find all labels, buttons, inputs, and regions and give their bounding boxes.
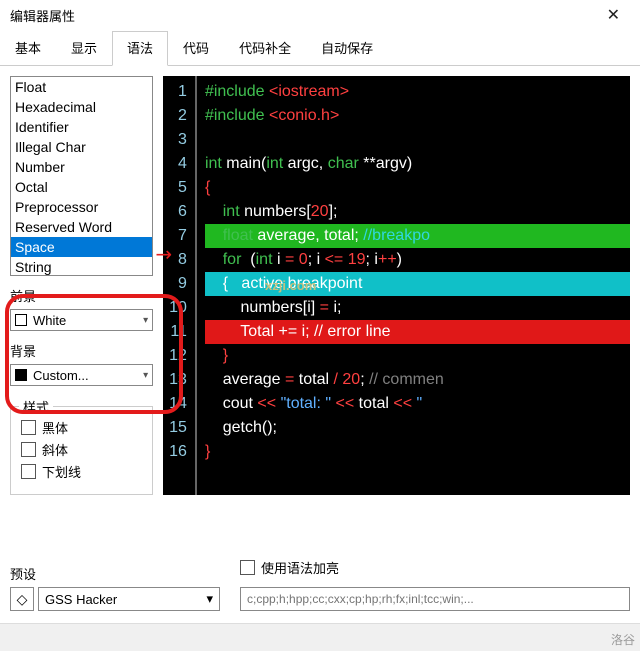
foreground-label: 前景 xyxy=(10,286,153,305)
line-number: 10 xyxy=(169,296,187,320)
token-listbox[interactable]: Float Hexadecimal Identifier Illegal Cha… xyxy=(10,76,153,276)
code-line: getch(); xyxy=(197,416,630,440)
line-gutter: 12345678910111213141516 xyxy=(163,76,197,495)
tab-completion[interactable]: 代码补全 xyxy=(224,31,306,66)
line-number: 1 xyxy=(169,80,187,104)
line-number: 2 xyxy=(169,104,187,128)
preset-label: 预设 xyxy=(10,564,220,583)
foreground-section: 前景 White ▾ xyxy=(10,286,153,331)
tab-autosave[interactable]: 自动保存 xyxy=(306,31,388,66)
code-line: Total += i; // error line xyxy=(197,320,630,344)
preset-section: 预设 ◇ GSS Hacker ▾ xyxy=(10,564,220,611)
list-item[interactable]: Float xyxy=(11,77,152,97)
code-line: } xyxy=(197,440,630,464)
italic-row[interactable]: 斜体 xyxy=(21,440,142,459)
line-number: 15 xyxy=(169,416,187,440)
list-item-selected[interactable]: Space xyxy=(11,237,152,257)
code-line: average = total / 20; // commen xyxy=(197,368,630,392)
code-line: { xyxy=(197,176,630,200)
code-line xyxy=(197,128,630,152)
syntax-highlight-row[interactable]: 使用语法加亮 xyxy=(240,558,630,577)
code-line: #include <conio.h> xyxy=(197,104,630,128)
code-line: numbers[i] = i; xyxy=(197,296,630,320)
underline-row[interactable]: 下划线 xyxy=(21,462,142,481)
content-area: Float Hexadecimal Identifier Illegal Cha… xyxy=(0,66,640,505)
list-item[interactable]: Number xyxy=(11,157,152,177)
list-item[interactable]: String xyxy=(11,257,152,276)
code-area: #include <iostream>#include <conio.h> int… xyxy=(197,76,630,495)
line-number: 3 xyxy=(169,128,187,152)
code-line: { active breakpoint xyxy=(197,272,630,296)
line-number: 6 xyxy=(169,200,187,224)
line-number: 7 xyxy=(169,224,187,248)
background-section: 背景 Custom... ▾ xyxy=(10,341,153,386)
list-item[interactable]: Identifier xyxy=(11,117,152,137)
code-line: cout << "total: " << total << " xyxy=(197,392,630,416)
tab-syntax[interactable]: 语法 xyxy=(112,31,168,66)
foreground-dropdown[interactable]: White ▾ xyxy=(10,309,153,331)
style-group: 样式 黑体 斜体 下划线 xyxy=(10,406,153,495)
foreground-value: White xyxy=(33,313,66,328)
floppy-icon: ◇ xyxy=(17,591,28,608)
tab-bar: 基本 显示 语法 代码 代码补全 自动保存 xyxy=(0,30,640,66)
tab-code[interactable]: 代码 xyxy=(168,31,224,66)
dialog-footer xyxy=(0,623,640,651)
checkbox-icon[interactable] xyxy=(21,442,36,457)
color-swatch-icon xyxy=(15,369,27,381)
list-item[interactable]: Reserved Word xyxy=(11,217,152,237)
style-group-label: 样式 xyxy=(19,397,53,416)
background-value: Custom... xyxy=(33,368,89,383)
line-number: 9 xyxy=(169,272,187,296)
bottom-panel: 预设 ◇ GSS Hacker ▾ 使用语法加亮 xyxy=(0,558,640,621)
preset-value: GSS Hacker xyxy=(45,592,117,607)
background-dropdown[interactable]: Custom... ▾ xyxy=(10,364,153,386)
chevron-down-icon: ▾ xyxy=(143,370,148,381)
line-number: 13 xyxy=(169,368,187,392)
code-preview: 12345678910111213141516 #include <iostre… xyxy=(163,76,630,495)
line-number: 12 xyxy=(169,344,187,368)
tab-basic[interactable]: 基本 xyxy=(0,31,56,66)
tab-display[interactable]: 显示 xyxy=(56,31,112,66)
syntax-highlight-label: 使用语法加亮 xyxy=(261,558,339,577)
line-number: 14 xyxy=(169,392,187,416)
code-line: } xyxy=(197,344,630,368)
preset-action-button[interactable]: ◇ xyxy=(10,587,34,611)
code-line: int numbers[20]; xyxy=(197,200,630,224)
window-title: 编辑器属性 xyxy=(10,6,597,25)
list-item[interactable]: Preprocessor xyxy=(11,197,152,217)
line-number: 8 xyxy=(169,248,187,272)
list-item[interactable]: Illegal Char xyxy=(11,137,152,157)
line-number: 16 xyxy=(169,440,187,464)
close-icon[interactable]: ✕ xyxy=(597,5,630,25)
list-item[interactable]: Hexadecimal xyxy=(11,97,152,117)
italic-label: 斜体 xyxy=(42,440,68,459)
titlebar: 编辑器属性 ✕ xyxy=(0,0,640,30)
bold-label: 黑体 xyxy=(42,418,68,437)
code-line: #include <iostream> xyxy=(197,80,630,104)
background-label: 背景 xyxy=(10,341,153,360)
bold-row[interactable]: 黑体 xyxy=(21,418,142,437)
color-swatch-icon xyxy=(15,314,27,326)
line-number: 11 xyxy=(169,320,187,344)
extensions-input[interactable] xyxy=(240,587,630,611)
code-line: float average, total; //breakpo xyxy=(197,224,630,248)
list-item[interactable]: Octal xyxy=(11,177,152,197)
checkbox-icon[interactable] xyxy=(21,420,36,435)
code-line: int main(int argc, char **argv) xyxy=(197,152,630,176)
underline-label: 下划线 xyxy=(42,462,81,481)
checkbox-icon[interactable] xyxy=(21,464,36,479)
line-number: 4 xyxy=(169,152,187,176)
chevron-down-icon: ▾ xyxy=(206,591,213,607)
bottom-right: 使用语法加亮 xyxy=(240,558,630,611)
checkbox-icon[interactable] xyxy=(240,560,255,575)
preset-dropdown[interactable]: GSS Hacker ▾ xyxy=(38,587,220,611)
left-panel: Float Hexadecimal Identifier Illegal Cha… xyxy=(10,76,153,495)
chevron-down-icon: ▾ xyxy=(143,315,148,326)
code-line: for (int i = 0; i <= 19; i++) xyxy=(197,248,630,272)
line-number: 5 xyxy=(169,176,187,200)
